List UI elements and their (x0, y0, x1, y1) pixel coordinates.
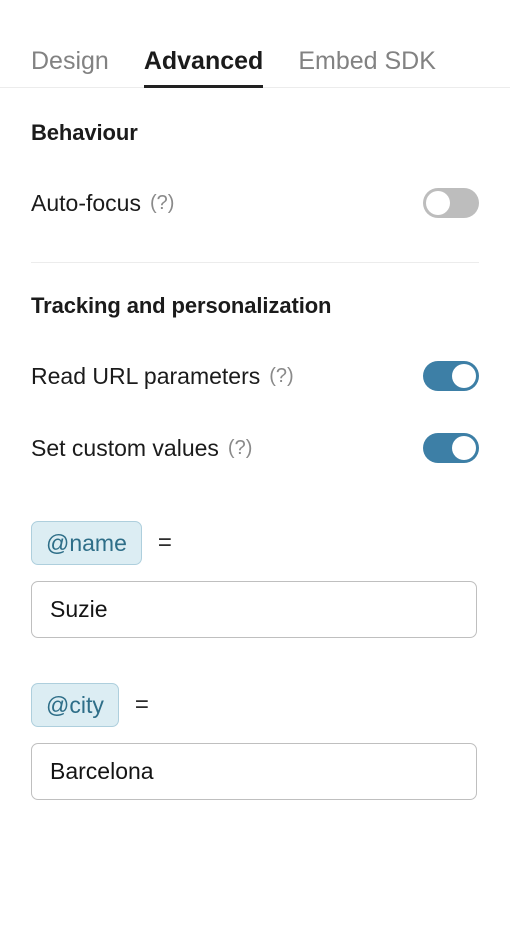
tracking-section-title: Tracking and personalization (31, 293, 332, 318)
auto-focus-label-group: Auto-focus (?) (31, 189, 174, 216)
help-icon[interactable]: (?) (150, 193, 174, 213)
tracking-section: Tracking and personalization Read URL pa… (0, 263, 510, 463)
equals-sign: = (134, 691, 149, 718)
setting-row-auto-focus: Auto-focus (?) (31, 188, 479, 218)
set-custom-values-label-group: Set custom values (?) (31, 434, 252, 461)
custom-value-city-header: @city = (31, 683, 479, 727)
set-custom-values-label: Set custom values (31, 434, 219, 461)
read-url-parameters-label-group: Read URL parameters (?) (31, 362, 294, 389)
equals-sign: = (157, 529, 172, 556)
tab-design[interactable]: Design (31, 49, 109, 88)
toggle-knob (426, 191, 450, 215)
advanced-settings-panel: Design Advanced Embed SDK Behaviour Auto… (0, 0, 510, 952)
set-custom-values-toggle[interactable] (423, 433, 479, 463)
custom-value-name-header: @name = (31, 521, 479, 565)
behaviour-section: Behaviour Auto-focus (?) (0, 88, 510, 263)
setting-row-set-custom-values: Set custom values (?) (31, 433, 479, 463)
auto-focus-toggle[interactable] (423, 188, 479, 218)
behaviour-section-title: Behaviour (31, 120, 138, 145)
variable-chip-city[interactable]: @city (31, 683, 119, 727)
custom-value-input-name[interactable] (31, 581, 477, 638)
read-url-parameters-toggle[interactable] (423, 361, 479, 391)
tab-bar: Design Advanced Embed SDK (0, 0, 510, 88)
help-icon[interactable]: (?) (269, 366, 293, 386)
setting-row-read-url-parameters: Read URL parameters (?) (31, 361, 479, 391)
tab-advanced[interactable]: Advanced (143, 49, 264, 88)
toggle-knob (452, 364, 476, 388)
tab-embed-sdk[interactable]: Embed SDK (298, 49, 436, 88)
variable-chip-name[interactable]: @name (31, 521, 142, 565)
custom-value-input-city[interactable] (31, 743, 477, 800)
toggle-knob (452, 436, 476, 460)
help-icon[interactable]: (?) (228, 438, 252, 458)
custom-value-row-name: @name = (0, 521, 510, 638)
read-url-parameters-label: Read URL parameters (31, 362, 261, 389)
custom-value-row-city: @city = (0, 683, 510, 800)
auto-focus-label: Auto-focus (31, 189, 141, 216)
